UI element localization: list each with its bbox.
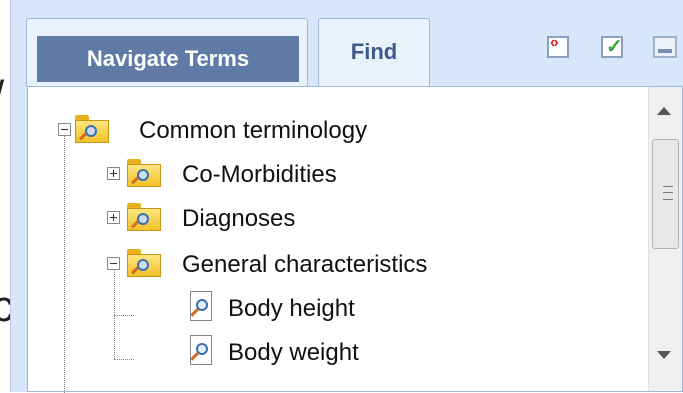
folder-search-icon (127, 203, 161, 231)
expand-toggle-icon[interactable] (107, 211, 120, 224)
scroll-down-arrow-icon[interactable] (657, 351, 671, 359)
vertical-scrollbar[interactable] (648, 87, 682, 391)
tab-navigate-terms[interactable]: Navigate Terms (26, 18, 308, 86)
tree-node-label: General characteristics (182, 251, 428, 278)
tree-node-label: Diagnoses (182, 205, 296, 232)
check-icon[interactable] (601, 34, 623, 59)
background-glyph: / (0, 72, 4, 122)
expand-toggle-icon[interactable] (107, 167, 120, 180)
tree-node-co-morbidities[interactable]: Co-Morbidities (28, 155, 628, 195)
window-icon[interactable] (653, 36, 677, 58)
tree-leaf-body-weight[interactable]: Body weight (28, 333, 628, 373)
folder-search-icon (127, 249, 161, 277)
tab-find[interactable]: Find (318, 18, 430, 86)
tab-label: Find (350, 39, 398, 64)
scroll-up-arrow-icon[interactable] (657, 107, 671, 115)
tree-node-label: Common terminology (139, 117, 368, 144)
expand-collapse-icon[interactable] (547, 34, 569, 58)
tree-leaf-label: Body height (228, 295, 355, 322)
document-search-icon (188, 291, 214, 323)
tree-node-common-terminology[interactable]: Common terminology (28, 111, 628, 151)
tree-leaf-label: Body weight (228, 339, 359, 366)
tree-node-general-characteristics[interactable]: General characteristics (28, 245, 628, 285)
tree-node-diagnoses[interactable]: Diagnoses (28, 199, 628, 239)
tree-leaf-body-height[interactable]: Body height (28, 289, 628, 329)
document-search-icon (188, 335, 214, 367)
tab-label: Navigate Terms (37, 36, 299, 82)
folder-search-icon (75, 115, 109, 143)
tree-node-label: Co-Morbidities (182, 161, 337, 188)
scrollbar-thumb[interactable] (652, 139, 679, 249)
terminology-tree: Common terminology Co-Morbidities Diagno… (27, 86, 683, 393)
grip-icon (663, 186, 673, 200)
collapse-toggle-icon[interactable] (58, 123, 71, 136)
collapse-toggle-icon[interactable] (107, 257, 120, 270)
folder-search-icon (127, 159, 161, 187)
